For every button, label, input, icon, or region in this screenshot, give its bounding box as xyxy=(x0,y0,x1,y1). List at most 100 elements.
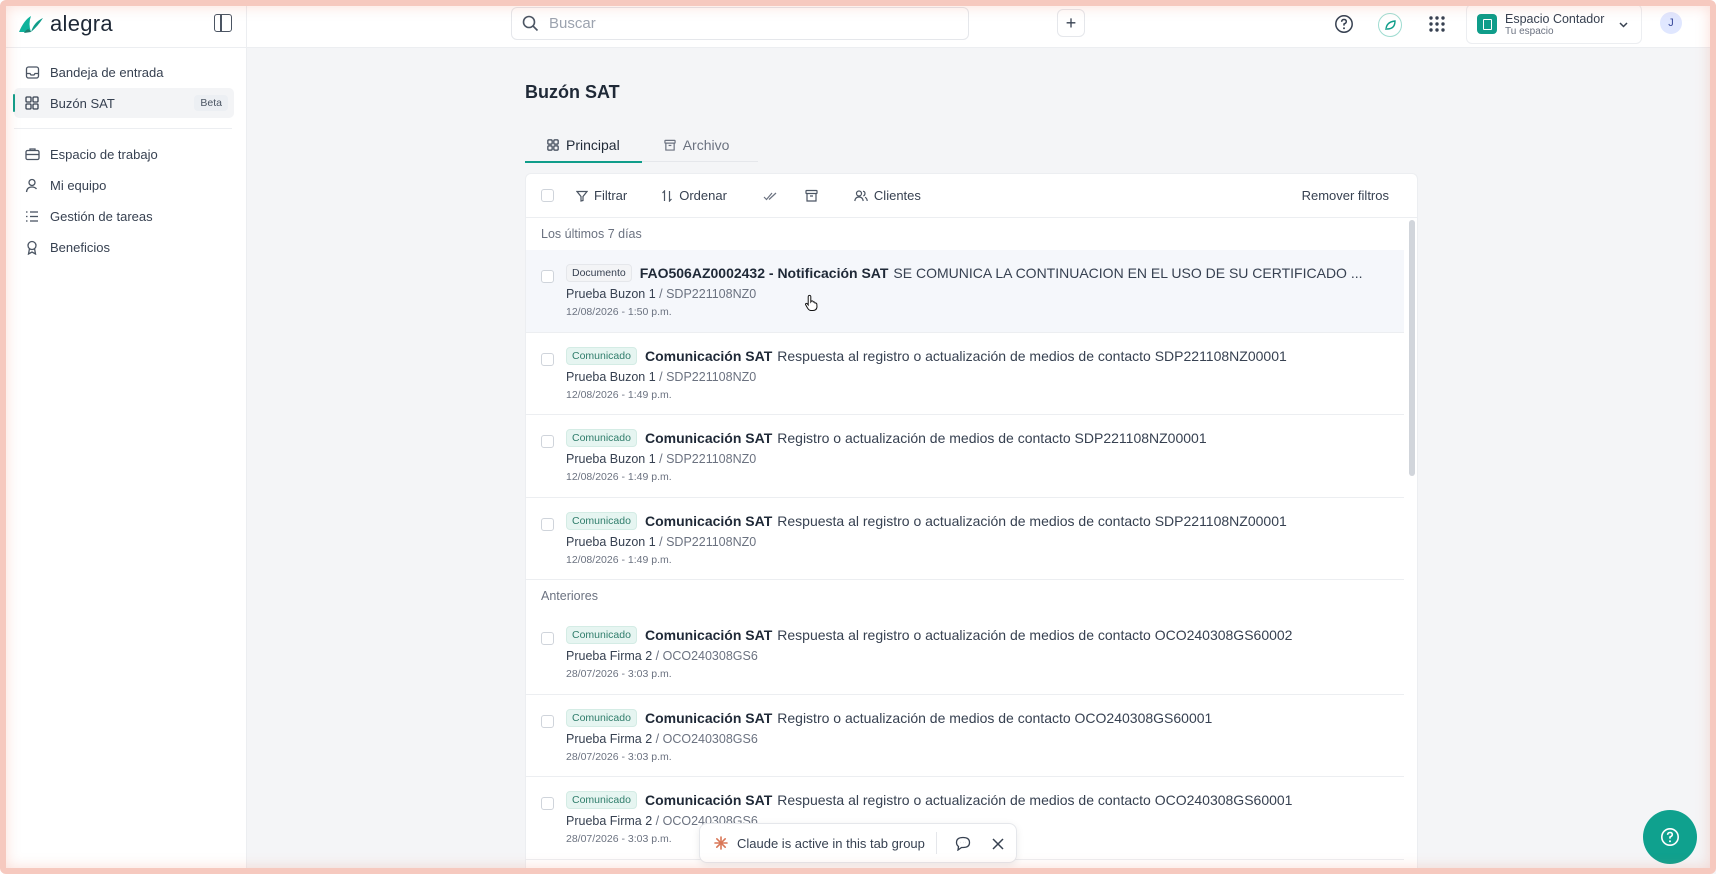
message-date: 12/08/2026 - 1:49 p.m. xyxy=(566,471,672,483)
sidebar: Bandeja de entrada Buzón SAT Beta Espaci… xyxy=(0,48,247,874)
page-title: Buzón SAT xyxy=(525,82,620,102)
message-description: Respuesta al registro o actualización de… xyxy=(777,347,1287,364)
chat-bubble-icon[interactable] xyxy=(955,836,971,851)
tasks-icon xyxy=(24,208,40,224)
message-row[interactable]: Comunicado Comunicación SAT Respuesta al… xyxy=(526,612,1404,695)
message-title: FAO506AZ0002432 - Notificación SAT xyxy=(639,265,889,281)
sidebar-item-label: Bandeja de entrada xyxy=(50,64,164,80)
row-checkbox[interactable] xyxy=(541,435,554,448)
message-description: Registro o actualización de medios de co… xyxy=(777,430,1207,446)
type-badge: Comunicado xyxy=(566,429,637,447)
list-scrollbar[interactable] xyxy=(1409,220,1415,476)
message-date: 12/08/2026 - 1:49 p.m. xyxy=(566,388,672,401)
sidebar-item-espacio-trabajo[interactable]: Espacio de trabajo xyxy=(14,139,234,169)
message-description: Respuesta al registro o actualización de… xyxy=(777,792,1293,808)
client-code: SDP221108NZ0 xyxy=(666,369,757,384)
client-name: Prueba Buzon 1 xyxy=(566,369,656,384)
tab-label: Principal xyxy=(566,137,620,153)
search-icon xyxy=(522,15,539,32)
sidebar-item-mi-equipo[interactable]: Mi equipo xyxy=(14,170,234,200)
client-name: Prueba Buzon 1 xyxy=(566,287,656,301)
row-checkbox[interactable] xyxy=(541,270,554,283)
inbox-icon xyxy=(24,64,40,80)
inbox-card: Filtrar Ordenar Clientes Remover filtros… xyxy=(525,173,1418,874)
section-label: Anteriores xyxy=(541,589,598,603)
message-row[interactable]: Comunicado Comunicación SAT Respuesta al… xyxy=(526,333,1404,415)
message-title: Comunicación SAT xyxy=(644,512,773,529)
archive-icon xyxy=(805,189,818,202)
client-name: Prueba Buzon 1 xyxy=(566,534,656,549)
sidebar-item-gestion-tareas[interactable]: Gestión de tareas xyxy=(14,201,234,231)
sidebar-toggle-icon[interactable] xyxy=(214,13,232,32)
clients-button[interactable]: Clientes xyxy=(854,188,921,203)
client-name: Prueba Firma 2 xyxy=(566,731,653,746)
row-checkbox[interactable] xyxy=(541,352,554,366)
help-icon[interactable] xyxy=(1333,13,1355,35)
divider xyxy=(936,832,937,854)
sort-button[interactable]: Ordenar xyxy=(661,188,727,203)
sort-label: Ordenar xyxy=(679,188,727,203)
brand-name: alegra xyxy=(50,10,113,36)
message-date: 12/08/2026 - 1:49 p.m. xyxy=(566,553,672,566)
message-title: Comunicación SAT xyxy=(644,430,773,446)
client-code: OCO240308GS6 xyxy=(662,649,758,663)
apps-grid-icon[interactable] xyxy=(1426,13,1448,35)
client-code: SDP221108NZ0 xyxy=(666,452,757,466)
message-date: 28/07/2026 - 3:03 p.m. xyxy=(566,668,672,680)
message-row[interactable]: Comunicado Comunicación SAT Registro o a… xyxy=(526,695,1404,777)
claude-status-bar: Claude is active in this tab group xyxy=(699,823,1017,863)
tabs: Principal Archivo xyxy=(525,128,758,163)
message-list: Los últimos 7 días Documento FAO506AZ000… xyxy=(526,218,1417,873)
message-description: Respuesta al registro o actualización de… xyxy=(777,627,1293,643)
tab-label: Archivo xyxy=(682,137,730,153)
grid-icon xyxy=(547,139,559,151)
row-checkbox[interactable] xyxy=(541,797,554,810)
chat-leaf-icon[interactable] xyxy=(1378,13,1402,37)
sidebar-item-buzon-sat[interactable]: Buzón SAT Beta xyxy=(13,88,234,118)
message-row[interactable]: Documento FAO506AZ0002432 - Notificación… xyxy=(526,250,1404,333)
row-checkbox[interactable] xyxy=(541,517,554,531)
alegra-logo-icon[interactable] xyxy=(16,12,46,36)
clients-label: Clientes xyxy=(873,188,921,203)
sidebar-item-beneficios[interactable]: Beneficios xyxy=(14,232,234,262)
tab-archivo[interactable]: Archivo xyxy=(642,128,752,162)
row-checkbox[interactable] xyxy=(541,714,554,728)
grid-icon xyxy=(24,95,40,111)
archive-icon xyxy=(664,139,676,151)
help-fab-button[interactable] xyxy=(1643,810,1697,864)
workspace-subtitle: Tu espacio xyxy=(1505,25,1554,37)
help-icon xyxy=(1661,828,1679,846)
search-box[interactable] xyxy=(511,7,969,40)
client-code: SDP221108NZ0 xyxy=(666,287,757,301)
type-badge: Comunicado xyxy=(566,346,637,365)
row-checkbox[interactable] xyxy=(541,632,554,645)
type-badge: Comunicado xyxy=(566,708,637,727)
add-button[interactable]: + xyxy=(1057,9,1085,37)
avatar[interactable]: J xyxy=(1660,12,1682,34)
close-icon[interactable] xyxy=(992,838,1004,850)
sidebar-item-label: Beneficios xyxy=(50,239,110,255)
sidebar-item-label: Espacio de trabajo xyxy=(50,146,158,162)
sidebar-divider xyxy=(14,128,232,129)
list-toolbar: Filtrar Ordenar Clientes Remover filtros xyxy=(526,174,1417,218)
hand-cursor-icon xyxy=(804,294,818,311)
message-title: Comunicación SAT xyxy=(644,709,773,726)
filter-icon xyxy=(576,190,588,202)
claude-sparkle-icon xyxy=(714,836,728,850)
mark-read-button[interactable] xyxy=(763,190,783,202)
select-all-checkbox[interactable] xyxy=(541,189,554,202)
brand: alegra xyxy=(0,0,247,48)
workspace-selector[interactable]: Espacio Contador Tu espacio xyxy=(1466,4,1642,44)
archive-button[interactable] xyxy=(805,189,824,202)
filter-button[interactable]: Filtrar xyxy=(576,188,627,203)
sidebar-item-label: Gestión de tareas xyxy=(50,208,153,224)
remove-filters-link[interactable]: Remover filtros xyxy=(1302,188,1389,203)
type-badge: Documento xyxy=(566,264,632,282)
sidebar-item-bandeja[interactable]: Bandeja de entrada xyxy=(14,57,234,87)
message-row[interactable]: Comunicado Comunicación SAT Registro o a… xyxy=(526,415,1404,498)
message-row[interactable]: Comunicado Comunicación SAT Respuesta al… xyxy=(526,498,1404,580)
tab-principal[interactable]: Principal xyxy=(525,128,642,163)
workspace-icon xyxy=(1477,14,1497,34)
search-input[interactable] xyxy=(549,15,929,32)
users-icon xyxy=(854,189,868,202)
